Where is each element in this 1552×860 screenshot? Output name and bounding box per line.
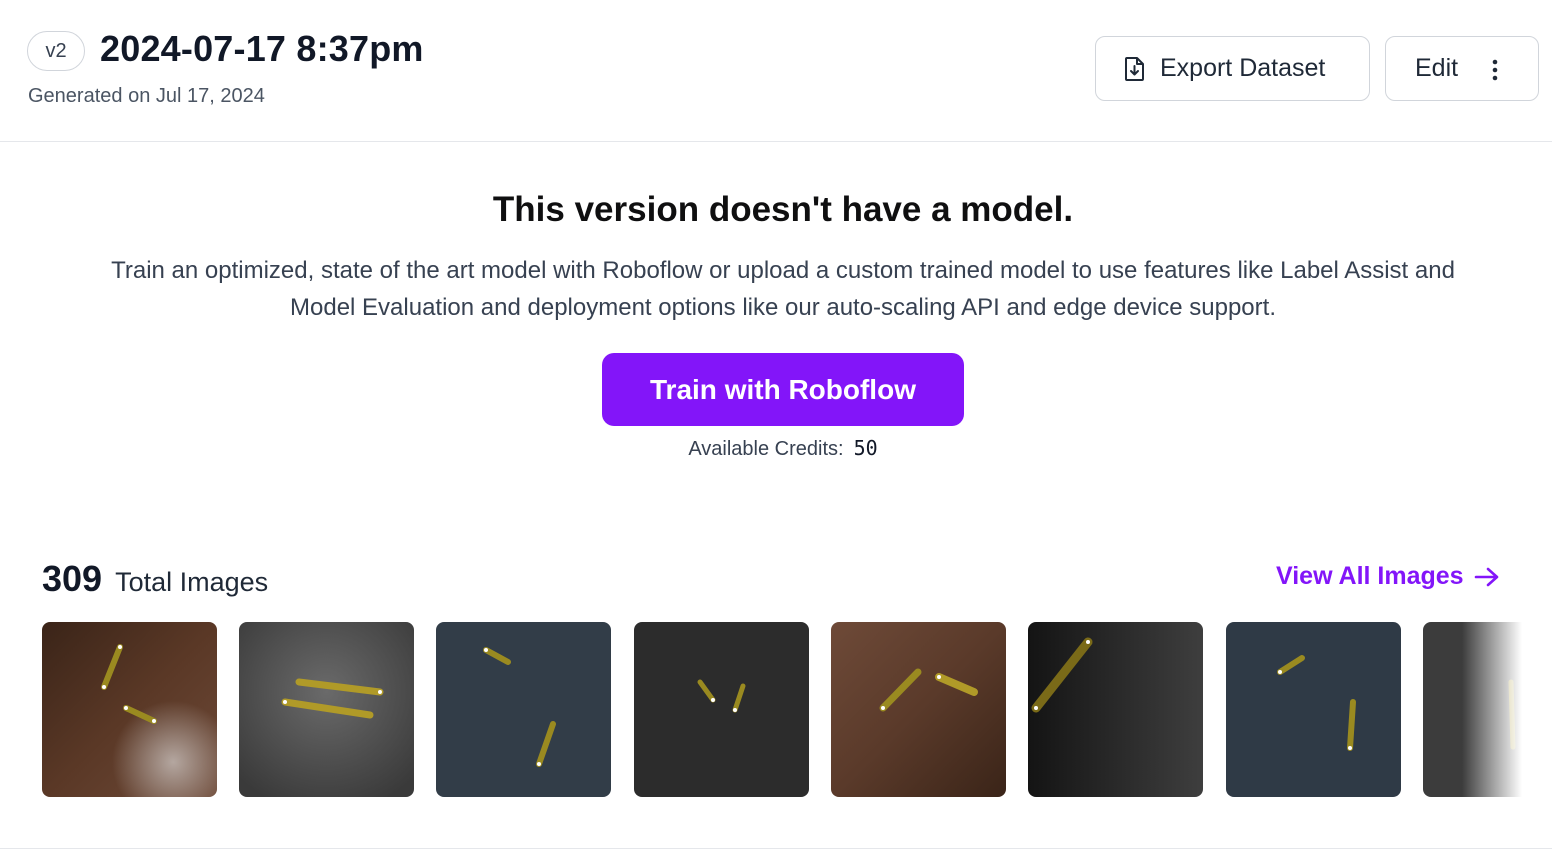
thumbnail-4[interactable]: [634, 622, 809, 797]
scroll-fade-overlay: [1462, 622, 1522, 797]
export-dataset-button[interactable]: Export Dataset: [1095, 36, 1370, 101]
total-images-label: Total Images: [115, 567, 269, 597]
arrow-right-icon: [1474, 567, 1498, 586]
thumbnail-7[interactable]: [1226, 622, 1401, 797]
credits-label: Available Credits:: [688, 438, 844, 460]
export-dataset-label: Export Dataset: [1160, 54, 1326, 82]
no-model-title: This version doesn't have a model.: [492, 190, 1074, 229]
file-download-icon: [1125, 56, 1144, 81]
thumbnail-3[interactable]: [436, 622, 611, 797]
total-images: 309 Total Images: [42, 558, 268, 600]
version-badge: v2: [27, 31, 85, 71]
credits-value: 50: [853, 436, 878, 460]
available-credits: Available Credits: 50: [0, 436, 1552, 461]
view-all-images-link[interactable]: View All Images: [1276, 562, 1500, 591]
version-title: 2024-07-17 8:37pm: [100, 28, 424, 69]
edit-label: Edit: [1415, 54, 1459, 82]
thumbnail-5[interactable]: [831, 622, 1006, 797]
thumbnail-1[interactable]: [42, 622, 217, 797]
train-with-roboflow-button[interactable]: Train with Roboflow: [602, 353, 964, 426]
no-model-description: Train an optimized, state of the art mod…: [111, 257, 1455, 321]
version-header: v2 2024-07-17 8:37pm Generated on Jul 17…: [0, 0, 1552, 142]
thumbnail-2[interactable]: [239, 622, 414, 797]
total-images-count: 309: [42, 558, 103, 599]
view-all-images-label: View All Images: [1276, 562, 1464, 590]
generated-date: Generated on Jul 17, 2024: [28, 85, 265, 107]
divider: [0, 848, 1552, 849]
vertical-dots-icon[interactable]: [1492, 59, 1498, 81]
thumbnail-6[interactable]: [1028, 622, 1203, 797]
image-thumbnail-strip: [42, 622, 1522, 797]
edit-button[interactable]: Edit: [1385, 36, 1539, 101]
